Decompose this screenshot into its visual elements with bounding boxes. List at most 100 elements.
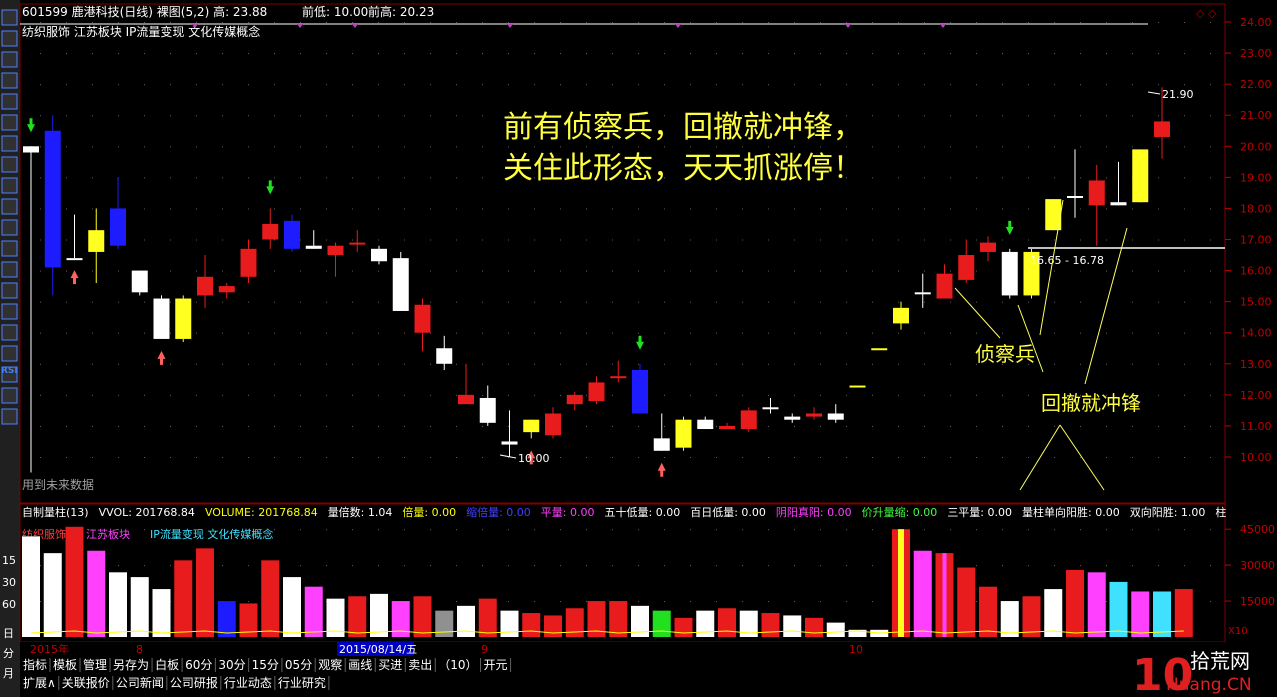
grid-dot <box>1028 115 1029 117</box>
grid-dot <box>690 270 691 272</box>
grid-dot <box>872 394 873 396</box>
grid-dot <box>612 22 613 23</box>
grid-dot <box>950 332 951 334</box>
grid-dot <box>1080 146 1081 148</box>
grid-dot <box>118 332 119 334</box>
buy-signal-arrow <box>636 335 644 350</box>
grid-dot <box>248 363 249 365</box>
grid-dot <box>664 84 665 86</box>
grid-dot <box>976 239 977 241</box>
toolbar-button[interactable]: （10） <box>438 658 482 672</box>
grid-dot <box>300 363 301 365</box>
toolbar-button[interactable]: 扩展∧ <box>23 676 60 690</box>
volume-grid-dot <box>534 601 535 603</box>
grid-dot <box>430 84 431 86</box>
grid-dot <box>768 146 769 148</box>
candle-body <box>240 248 257 277</box>
volume-tag: 江苏板块 <box>86 527 130 541</box>
grid-dot <box>92 177 93 179</box>
grid-dot <box>40 146 41 148</box>
toolbar-button[interactable]: 公司新闻 <box>116 675 168 690</box>
toolbar-button[interactable]: 另存为 <box>113 658 153 672</box>
grid-dot <box>196 115 197 117</box>
grid-dot <box>1054 84 1055 86</box>
candle-body <box>523 419 540 433</box>
rsi-icon: RSI <box>1 366 18 376</box>
volume-grid-dot <box>690 529 691 531</box>
toolbar-button[interactable]: 行业研究 <box>278 675 330 690</box>
grid-dot <box>196 332 197 334</box>
grid-dot <box>586 425 587 427</box>
grid-dot <box>1106 270 1107 272</box>
grid-dot <box>690 457 691 458</box>
grid-dot <box>1210 457 1211 458</box>
toolbar-button[interactable]: 开元 <box>484 658 512 672</box>
grid-dot <box>482 53 483 55</box>
grid-dot <box>1184 177 1185 179</box>
grid-dot <box>560 84 561 86</box>
toolbar-button[interactable]: 60分 <box>185 658 216 672</box>
grid-dot <box>222 270 223 272</box>
grid-dot <box>794 84 795 86</box>
toolbar-button[interactable]: 05分 <box>285 658 316 672</box>
volume-indicator-label: 三平量: 0.00 <box>947 506 1012 519</box>
toolbar-button[interactable]: 卖出 <box>408 658 436 672</box>
toolbar-button[interactable]: 指标 <box>23 657 51 672</box>
toolbar-button[interactable]: 关联报价 <box>62 675 114 690</box>
grid-dot <box>794 301 795 303</box>
volume-grid-dot <box>144 529 145 531</box>
grid-dot <box>1106 425 1107 427</box>
toolbar-button[interactable]: 行业动态 <box>224 676 276 690</box>
candle-body <box>1088 180 1105 206</box>
top-marker <box>675 24 681 28</box>
grid-dot <box>664 425 665 427</box>
grid-dot <box>326 84 327 86</box>
grid-dot <box>1132 457 1133 458</box>
grid-dot <box>118 53 119 55</box>
grid-dot <box>196 363 197 365</box>
candle-body <box>806 413 822 417</box>
grid-dot <box>872 22 873 23</box>
volume-grid-dot <box>638 529 639 531</box>
candle-body <box>871 348 888 351</box>
watermark-sub: Huang.CN <box>1166 675 1252 695</box>
grid-dot <box>170 22 171 23</box>
grid-dot <box>300 84 301 86</box>
grid-dot <box>430 363 431 365</box>
panel-control-icons[interactable]: ◇ ◇ <box>1196 7 1217 20</box>
toolbar-button[interactable]: 白板 <box>155 657 183 672</box>
toolbar-button[interactable]: 画线 <box>348 658 376 672</box>
grid-dot <box>1002 84 1003 86</box>
toolbar-button[interactable]: 买进 <box>378 658 406 672</box>
grid-dot <box>716 239 717 241</box>
toolbar-button[interactable]: 管理 <box>83 657 111 672</box>
volume-grid-dot <box>248 529 249 531</box>
range-label: 16.65 - 16.78 <box>1030 254 1104 267</box>
grid-dot <box>1002 332 1003 334</box>
toolbar-button[interactable]: 公司研报 <box>170 675 222 690</box>
grid-dot <box>924 22 925 23</box>
volume-bar <box>1109 581 1128 637</box>
grid-dot <box>846 146 847 148</box>
grid-dot <box>248 146 249 148</box>
grid-dot <box>664 301 665 303</box>
price-tick-label: 14.00 <box>1240 327 1272 340</box>
toolbar-button[interactable]: 观察 <box>318 658 346 672</box>
grid-dot <box>768 270 769 272</box>
grid-dot <box>352 394 353 396</box>
headline-line-2: 关住此形态，天天抓涨停！ <box>503 151 863 186</box>
toolbar-icon <box>1 30 18 47</box>
candle-body <box>697 419 714 430</box>
volume-grid-dot <box>352 529 353 531</box>
grid-dot <box>950 208 951 210</box>
grid-dot <box>404 53 405 55</box>
toolbar-button[interactable]: 15分 <box>252 658 283 672</box>
left-tool-label: 月 <box>3 667 14 680</box>
toolbar-button[interactable]: 模板 <box>53 658 81 672</box>
grid-dot <box>1028 177 1029 179</box>
toolbar-icon <box>1 261 18 278</box>
grid-dot <box>144 22 145 23</box>
grid-dot <box>300 115 301 117</box>
toolbar-button[interactable]: 30分 <box>218 658 250 672</box>
grid-dot <box>1002 22 1003 23</box>
